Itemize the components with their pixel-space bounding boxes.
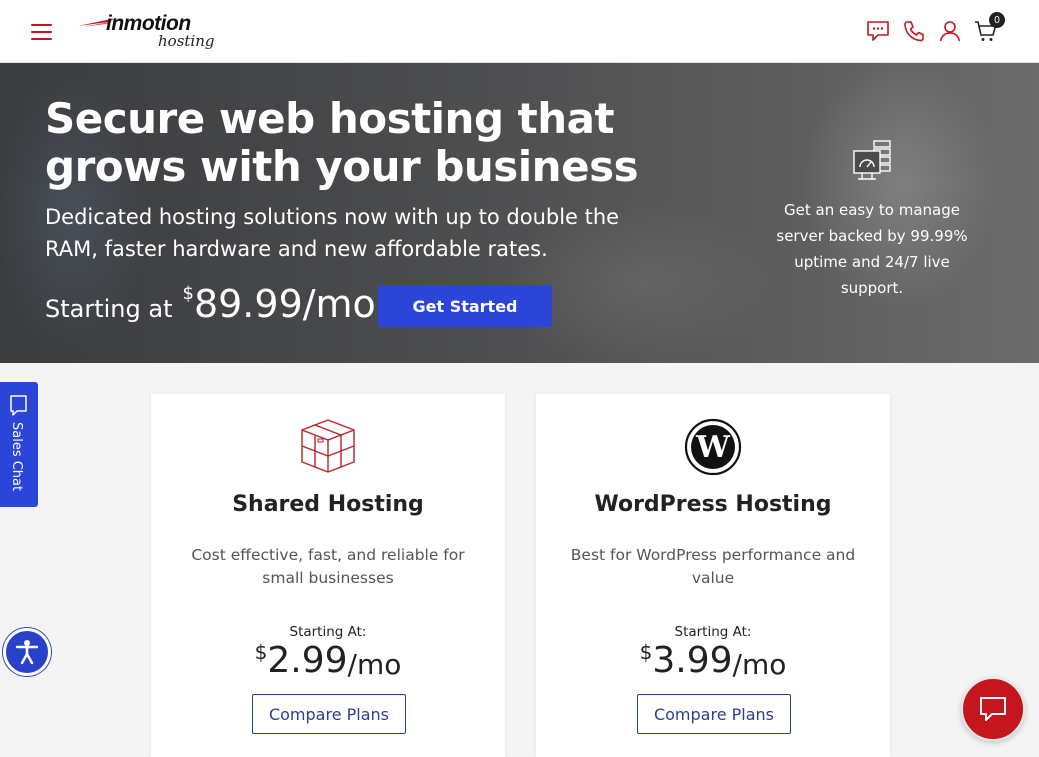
phone-icon[interactable] (901, 18, 927, 44)
wordpress-hosting-card: W WordPress Hosting Best for WordPress p… (536, 394, 890, 757)
cart-icon[interactable]: 0 (973, 12, 1005, 44)
card-description: Best for WordPress performance and value (570, 546, 856, 587)
shared-hosting-card: Shared Hosting Cost effective, fast, and… (151, 394, 505, 757)
sales-chat-label: Sales Chat (9, 422, 24, 492)
chat-icon[interactable] (865, 18, 891, 44)
card-currency: $ (639, 640, 653, 664)
card-title: WordPress Hosting (594, 492, 832, 517)
compare-plans-button[interactable]: Compare Plans (252, 694, 406, 734)
server-gauge-icon (853, 140, 891, 180)
card-price: $ 3.99 /mo (536, 638, 890, 690)
card-price-period: /mo (347, 648, 402, 681)
wordpress-icon: W (536, 418, 890, 478)
card-price-period: /mo (732, 648, 787, 681)
chat-bubble-icon (10, 395, 27, 416)
hero-price: Starting at $ 89.99/mo (45, 282, 376, 326)
card-description: Cost effective, fast, and reliable for s… (191, 546, 465, 587)
site-logo[interactable]: inmotion hosting (78, 12, 228, 52)
header-actions: 0 (865, 12, 1005, 48)
accessibility-icon (15, 640, 39, 665)
card-title: Shared Hosting (232, 492, 424, 517)
chat-icon (980, 697, 1006, 721)
card-currency: $ (254, 640, 268, 664)
cart-count-badge: 0 (989, 12, 1005, 28)
svg-text:W: W (695, 430, 731, 465)
site-header: inmotion hosting 0 (0, 0, 1039, 63)
hero-title: Secure web hosting that grows with your … (45, 94, 639, 191)
sales-chat-tab[interactable]: Sales Chat (0, 382, 38, 507)
box-icon (151, 418, 505, 478)
card-price-value: 2.99 (267, 640, 348, 681)
menu-icon[interactable] (31, 24, 52, 41)
user-icon[interactable] (937, 18, 963, 44)
hero-feature: Get an easy to manage server backed by 9… (772, 139, 972, 301)
compare-plans-button[interactable]: Compare Plans (637, 694, 791, 734)
card-price-value: 3.99 (652, 640, 733, 681)
accessibility-button[interactable] (3, 628, 51, 676)
logo-sub: hosting (158, 32, 215, 50)
hero-currency: $ (182, 283, 194, 304)
card-price: $ 2.99 /mo (151, 638, 505, 690)
hero-feature-text: Get an easy to manage server backed by 9… (776, 201, 968, 297)
get-started-button[interactable]: Get Started (378, 285, 552, 327)
live-chat-button[interactable] (961, 677, 1025, 741)
hero-banner: Secure web hosting that grows with your … (0, 63, 1039, 363)
hero-price-value: 89.99/mo (193, 282, 376, 326)
hero-subtitle: Dedicated hosting solutions now with up … (45, 205, 620, 261)
hero-starting-label: Starting at (45, 295, 173, 323)
